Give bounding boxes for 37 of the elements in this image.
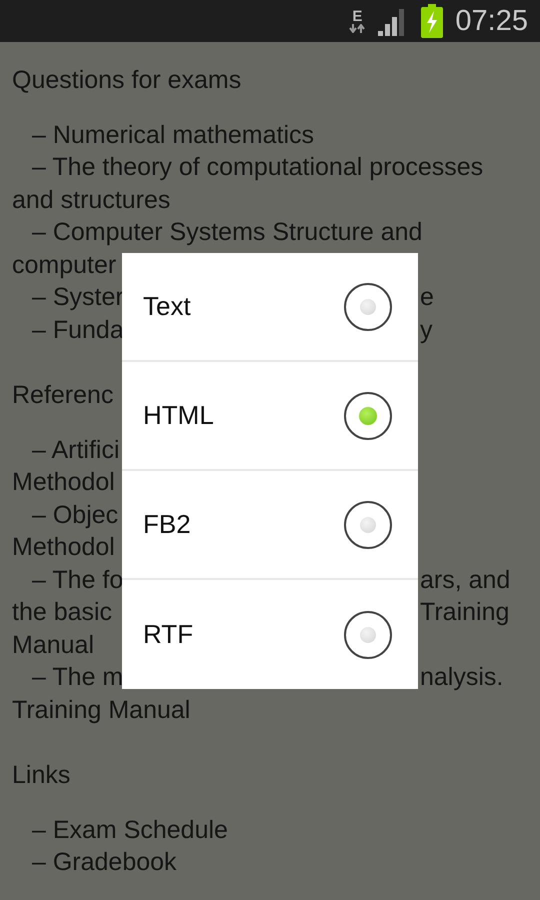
radio-button[interactable] [344,282,392,330]
list-text: – Exam Schedule [31,814,228,846]
list-text: the basic [12,597,112,628]
list-text: – The theory of computational processes [31,152,484,183]
list-text: – Computer Systems Structure and [31,217,422,248]
list-text: – The m [31,662,124,693]
network-type-indicator: E [349,9,366,33]
list-text: nalysis. [420,662,504,693]
section-heading: Referenc [12,380,114,411]
list-text: – Numerical mathematics [31,120,314,150]
list-text: ars, and [420,564,510,596]
battery-charging-icon [421,4,444,38]
format-option[interactable]: HTML [122,362,418,471]
format-option[interactable]: FB2 [122,471,418,580]
list-text: – Objec [31,500,118,530]
radio-button[interactable] [344,610,392,658]
radio-button[interactable] [344,392,392,440]
list-text: – The fo [31,564,124,596]
format-option[interactable]: RTF [122,580,418,689]
list-text: Training [420,597,510,628]
list-text: Methodol [12,467,115,498]
list-text: – Gradebook [31,847,177,878]
list-text: – Syster [31,282,124,313]
radio-button[interactable] [344,500,392,548]
list-text: y [420,314,432,346]
clock-time: 07:25 [455,6,528,36]
list-text: Manual [12,630,94,660]
list-text: Methodol [12,532,115,563]
list-text: computer [12,250,116,280]
list-text: and structures [12,184,170,216]
list-text: – Funda [31,314,124,346]
list-text: – Artifici [31,434,120,466]
section-heading: Questions for exams [12,65,242,96]
list-text: Training Manual [12,694,190,726]
list-text: e [420,282,434,313]
format-option[interactable]: Text [122,253,418,362]
section-heading: Links [12,760,70,791]
